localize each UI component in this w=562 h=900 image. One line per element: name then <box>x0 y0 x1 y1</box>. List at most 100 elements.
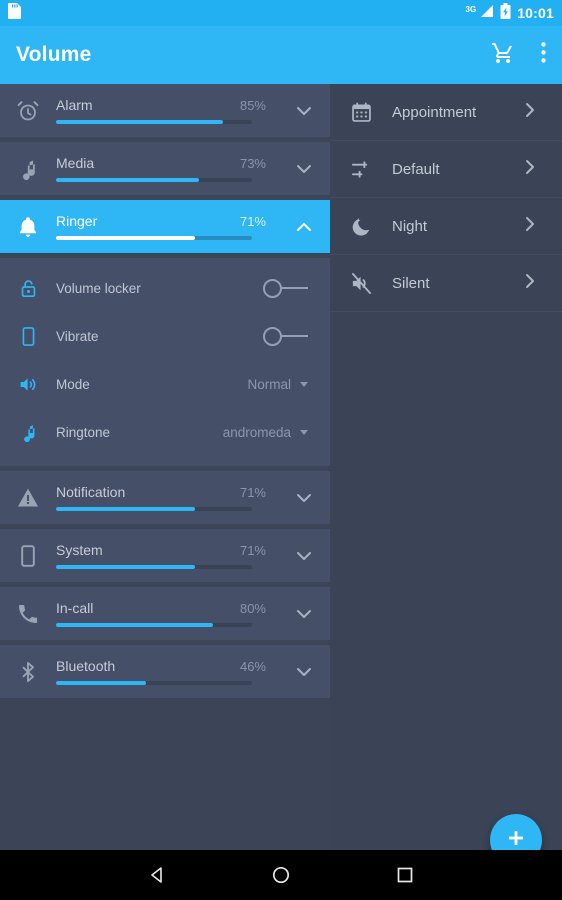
volume-label: Alarm <box>56 97 93 113</box>
volume-track[interactable] <box>56 120 252 124</box>
volume-track[interactable] <box>56 178 252 182</box>
volume-label: Notification <box>56 484 126 500</box>
volume-row-bluetooth[interactable]: Bluetooth 46% <box>0 645 330 698</box>
volume-slider-area[interactable]: System 71% <box>56 542 278 569</box>
alarm-clock-icon-wrap <box>0 99 56 123</box>
expand-toggle[interactable] <box>278 546 330 566</box>
ringer-option-ringtone[interactable]: Ringtone andromeda <box>0 408 330 456</box>
volume-track[interactable] <box>56 623 252 627</box>
music-note-icon <box>23 160 35 180</box>
sliders-icon-wrap <box>330 158 392 181</box>
volume-label: Ringer <box>56 213 98 229</box>
alarm-clock-icon <box>17 100 39 120</box>
chevron-down-icon <box>297 551 311 560</box>
volume-fill <box>56 565 196 569</box>
volume-row-ringer[interactable]: Ringer 71% <box>0 200 330 253</box>
calendar-icon-wrap <box>330 101 392 124</box>
ringtone-dropdown[interactable]: andromeda <box>223 425 308 440</box>
speaker-icon-wrap <box>0 374 56 395</box>
ringer-option-vibrate[interactable]: Vibrate <box>0 312 330 360</box>
volume-track[interactable] <box>56 507 252 511</box>
volume-slider-area[interactable]: Notification 71% <box>56 484 278 511</box>
toggle-track <box>282 287 308 289</box>
volume-percent: 71% <box>239 485 266 500</box>
battery-charging-icon <box>500 2 511 24</box>
profile-item-appointment[interactable]: Appointment <box>330 84 562 141</box>
volume-track[interactable] <box>56 565 252 569</box>
bell-icon-wrap <box>0 215 56 239</box>
dropdown-value: Normal <box>247 376 291 392</box>
toggle-knob <box>263 278 282 298</box>
profile-open-chevron[interactable] <box>520 271 562 296</box>
profile-item-night[interactable]: Night <box>330 198 562 255</box>
chevron-right-icon <box>526 159 534 174</box>
volume-row-system[interactable]: System 71% <box>0 529 330 582</box>
nav-recents-button[interactable] <box>343 865 467 885</box>
speaker-mute-icon-wrap <box>330 272 392 295</box>
more-vertical-icon[interactable] <box>541 42 546 68</box>
status-bar: 3G 10:01 <box>0 0 562 26</box>
volume-locker-toggle[interactable] <box>263 278 308 298</box>
profile-open-chevron[interactable] <box>520 157 562 182</box>
moon-icon-wrap <box>330 215 392 238</box>
volume-label: Media <box>56 155 95 171</box>
profile-label: Default <box>392 160 440 178</box>
volume-slider-area[interactable]: Alarm 85% <box>56 97 278 124</box>
bell-icon <box>19 216 37 237</box>
ringer-option-label: Vibrate <box>56 328 99 344</box>
warning-icon-wrap <box>0 486 56 510</box>
expand-toggle[interactable] <box>278 159 330 179</box>
speaker-mute-icon <box>351 272 371 294</box>
chevron-right-icon <box>526 273 534 288</box>
expand-toggle[interactable] <box>278 488 330 508</box>
ringer-option-label: Volume locker <box>56 280 141 296</box>
volume-track[interactable] <box>56 681 252 685</box>
bluetooth-icon-wrap <box>0 660 56 684</box>
volume-row-alarm[interactable]: Alarm 85% <box>0 84 330 137</box>
volume-fill <box>56 623 213 627</box>
shopping-cart-icon[interactable] <box>491 41 515 70</box>
recents-square-icon <box>397 867 413 883</box>
volume-percent: 46% <box>239 659 266 674</box>
profile-open-chevron[interactable] <box>520 100 562 125</box>
app-screen: 3G 10:01 Volume Alarm 85% Media 73% Ringer 71… <box>0 0 562 900</box>
expand-toggle[interactable] <box>278 604 330 624</box>
volume-list[interactable]: Alarm 85% Media 73% Ringer 71% Volume locker Vi… <box>0 84 330 850</box>
volume-row-media[interactable]: Media 73% <box>0 142 330 195</box>
unlock-icon-wrap <box>0 278 56 299</box>
nav-back-button[interactable] <box>95 865 219 885</box>
profile-open-chevron[interactable] <box>520 214 562 239</box>
profile-item-default[interactable]: Default <box>330 141 562 198</box>
chevron-down-icon <box>297 164 311 173</box>
mode-dropdown[interactable]: Normal <box>247 377 308 392</box>
status-bar-left <box>8 2 21 24</box>
volume-slider-area[interactable]: Bluetooth 46% <box>56 658 278 685</box>
volume-row-notification[interactable]: Notification 71% <box>0 471 330 524</box>
vibrate-toggle[interactable] <box>263 326 308 346</box>
nav-home-button[interactable] <box>219 865 343 885</box>
home-circle-icon <box>272 866 290 884</box>
profile-item-silent[interactable]: Silent <box>330 255 562 312</box>
expand-toggle[interactable] <box>278 662 330 682</box>
music-note-icon-wrap <box>0 157 56 181</box>
ringer-option-volume-locker[interactable]: Volume locker <box>0 264 330 312</box>
profile-list[interactable]: Appointment Default Night Silent <box>330 84 562 850</box>
volume-row-in-call[interactable]: In-call 80% <box>0 587 330 640</box>
expand-toggle[interactable] <box>278 217 330 237</box>
volume-fill <box>56 681 147 685</box>
signal-strength-icon <box>479 4 494 23</box>
chevron-down-icon <box>297 493 311 502</box>
phone-body-icon-wrap <box>0 326 56 347</box>
dropdown-value: andromeda <box>222 424 291 440</box>
volume-track[interactable] <box>56 236 252 240</box>
app-bar-actions <box>491 41 546 70</box>
volume-slider-area[interactable]: Media 73% <box>56 155 278 182</box>
ringer-option-mode[interactable]: Mode Normal <box>0 360 330 408</box>
caret-down-icon <box>300 381 308 387</box>
speaker-icon <box>20 377 35 391</box>
expand-toggle[interactable] <box>278 101 330 121</box>
volume-fill <box>56 120 223 124</box>
volume-slider-area[interactable]: In-call 80% <box>56 600 278 627</box>
volume-slider-area[interactable]: Ringer 71% <box>56 213 278 240</box>
music-note-icon-wrap <box>0 422 56 443</box>
